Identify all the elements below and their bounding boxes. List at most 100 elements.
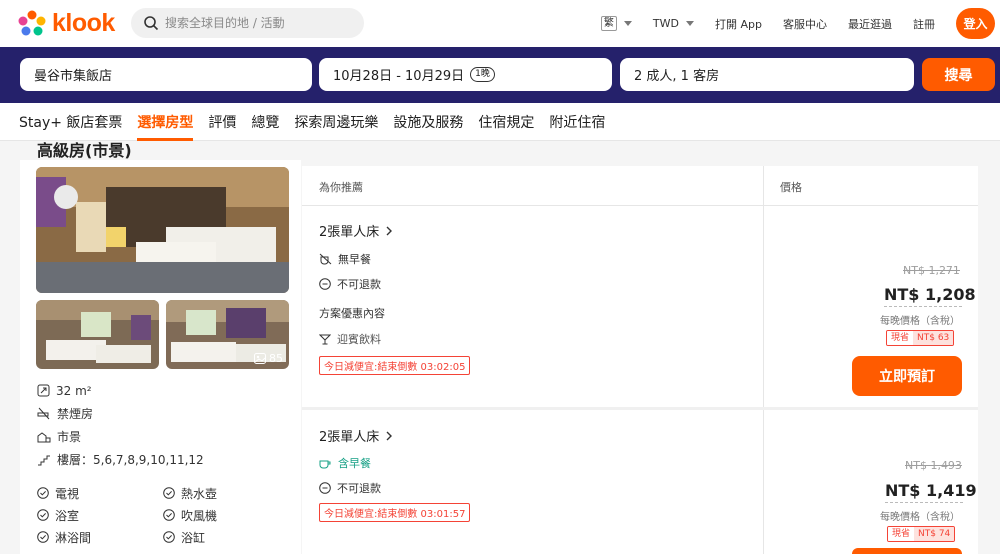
plan-1-perk-label: 迎賓飲料: [337, 333, 381, 346]
room-view-label: 市景: [57, 430, 82, 444]
amenity-item: 浴缸: [163, 526, 217, 548]
no-refund-icon: [319, 482, 331, 494]
tab-nearby-stays[interactable]: 附近住宿: [549, 103, 605, 141]
no-breakfast-icon: [319, 253, 332, 265]
breakfast-icon: [319, 460, 331, 469]
search-input[interactable]: [165, 16, 355, 30]
room-photo-thumb-2[interactable]: 85: [166, 300, 289, 369]
room-size-value: 32 m²: [56, 383, 92, 398]
amenities-left: 電視 浴室 淋浴間: [37, 482, 91, 548]
no-refund-icon: [319, 278, 331, 290]
welcome-drink-icon: [319, 334, 331, 345]
tab-policies[interactable]: 住宿規定: [478, 103, 534, 141]
column-divider: [763, 166, 764, 554]
room-size-icon: [37, 384, 50, 397]
amenity-label: 淋浴間: [55, 530, 92, 545]
date-range: 10月28日 - 10月29日: [333, 69, 465, 84]
plan-2-meal-label: 含早餐: [338, 457, 371, 470]
amenities-right: 熱水壺 吹風機 浴缸: [163, 482, 217, 548]
register-label: 註冊: [913, 17, 935, 31]
check-circle-icon: [163, 487, 175, 499]
hotel-field[interactable]: 曼谷市集飯店: [20, 58, 312, 91]
open-app-label: 打開 App: [715, 17, 762, 31]
rate-plans-header: 為你推薦 價格: [302, 166, 978, 206]
help-center-label: 客服中心: [783, 17, 827, 31]
search-button[interactable]: 搜尋: [922, 58, 995, 91]
date-field[interactable]: 10月28日 - 10月29日 1晚: [319, 58, 612, 91]
savings-amount: NT$ 63: [913, 331, 954, 345]
top-header: klook 繁 TWD 打開 App 客服中心 最近逛過 註冊 登入: [0, 0, 1000, 47]
amenity-item: 淋浴間: [37, 526, 91, 548]
tab-facilities[interactable]: 設施及服務: [393, 103, 463, 141]
plan-1-bed-type[interactable]: 2張單人床: [319, 221, 393, 240]
plan-1-perks-title: 方案優惠內容: [319, 307, 385, 320]
amenity-item: 浴室: [37, 504, 91, 526]
recommend-column-header: 為你推薦: [319, 181, 363, 194]
register-link[interactable]: 註冊: [913, 16, 935, 32]
plan-1-price: NT$ 1,208: [884, 285, 976, 304]
plan-1-original-price: NT$ 1,271: [903, 264, 960, 277]
amenity-item: 吹風機: [163, 504, 217, 526]
check-circle-icon: [37, 509, 49, 521]
page-scrollbar[interactable]: [993, 141, 1000, 554]
room-attributes: 32 m² 禁煙房 市景 樓層：5,6,7,8,9,10,11,12: [37, 379, 204, 471]
guests-field[interactable]: 2 成人, 1 客房: [620, 58, 914, 91]
check-circle-icon: [37, 487, 49, 499]
login-button[interactable]: 登入: [956, 8, 995, 39]
section-tabs: Stay+ 飯店套票 選擇房型 評價 總覽 探索周邊玩樂 設施及服務 住宿規定 …: [0, 103, 1000, 141]
plan-1-bed-label: 2張單人床: [319, 225, 380, 240]
nights-badge: 1晚: [470, 67, 495, 82]
amenity-label: 浴室: [55, 508, 80, 523]
plan-2-meal: 含早餐: [319, 455, 371, 471]
plan-2-original-price: NT$ 1,493: [905, 459, 962, 472]
photo-count: 85: [254, 352, 283, 365]
chevron-right-icon: [386, 226, 393, 235]
chevron-right-icon: [386, 431, 393, 440]
tab-stay-plus[interactable]: Stay+ 飯店套票: [19, 103, 122, 141]
photo-count-value: 85: [269, 352, 283, 365]
tab-nearby-activities[interactable]: 探索周邊玩樂: [294, 103, 378, 141]
plan-2-bed-label: 2張單人床: [319, 430, 380, 445]
amenity-label: 吹風機: [181, 508, 218, 523]
amenity-label: 電視: [55, 486, 80, 501]
check-circle-icon: [163, 531, 175, 543]
city-view-icon: [37, 432, 51, 443]
plan-2-bed-type[interactable]: 2張單人床: [319, 426, 393, 445]
room-photo-thumb-1[interactable]: [36, 300, 159, 369]
currency-selector[interactable]: TWD: [653, 17, 694, 30]
smoking-policy-label: 禁煙房: [57, 407, 94, 421]
klook-logo[interactable]: klook: [18, 9, 115, 38]
book-now-button[interactable]: 立即預訂: [852, 356, 962, 396]
smoking-policy: 禁煙房: [37, 402, 204, 425]
language-badge: 繁: [600, 16, 617, 31]
search-icon: [144, 16, 159, 31]
plan-1-meal: 無早餐: [319, 251, 371, 267]
room-floors: 樓層：5,6,7,8,9,10,11,12: [37, 448, 204, 471]
amenity-label: 浴缸: [181, 530, 206, 545]
language-selector[interactable]: 繁: [600, 16, 632, 31]
amenity-item: 熱水壺: [163, 482, 217, 504]
guests-value: 2 成人, 1 客房: [634, 69, 720, 84]
savings-label: 現省: [887, 331, 914, 345]
logo-text: klook: [52, 9, 115, 37]
plan-2-promo-countdown: 今日減便宜:結束倒數 03:01:57: [319, 503, 471, 522]
open-app-link[interactable]: 打開 App: [715, 16, 762, 32]
klook-logo-icon: [18, 10, 46, 35]
stairs-icon: [38, 455, 50, 466]
plan-2-price: NT$ 1,419: [885, 481, 977, 500]
help-center-link[interactable]: 客服中心: [783, 16, 827, 32]
no-smoking-icon: [37, 407, 50, 420]
book-now-button-partial[interactable]: [852, 548, 962, 554]
tab-select-room[interactable]: 選擇房型: [137, 103, 194, 141]
plan-2-refund-label: 不可退款: [337, 482, 381, 495]
global-search[interactable]: [131, 8, 364, 38]
row-divider: [302, 407, 978, 410]
plan-1-price-note: 每晚價格（含稅）: [880, 316, 960, 327]
price-column-header: 價格: [780, 181, 802, 194]
room-photo-main[interactable]: [36, 167, 289, 293]
tab-overview[interactable]: 總覽: [251, 103, 279, 141]
recently-viewed-link[interactable]: 最近逛過: [848, 16, 892, 32]
tab-reviews[interactable]: 評價: [208, 103, 236, 141]
plan-1-refund-label: 不可退款: [337, 278, 381, 291]
plan-2-refund: 不可退款: [319, 480, 381, 496]
